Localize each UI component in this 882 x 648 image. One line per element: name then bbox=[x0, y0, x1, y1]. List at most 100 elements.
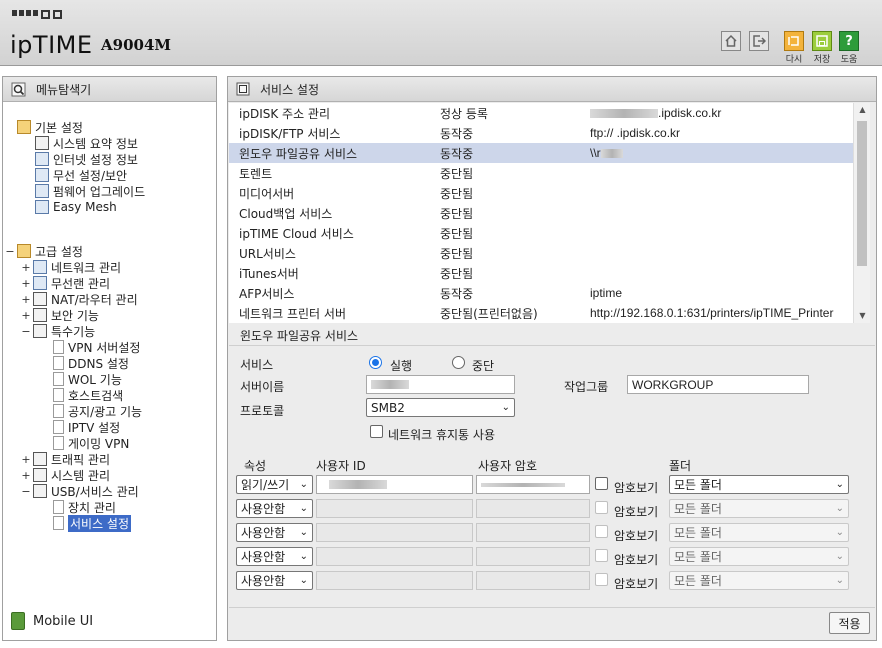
service-row-selected[interactable]: 윈도우 파일공유 서비스 동작중 \\r bbox=[229, 143, 861, 163]
tree-item-service-settings[interactable]: 서비스 설정 bbox=[53, 514, 132, 532]
service-row[interactable]: iTunes서버 중단됨 bbox=[229, 263, 861, 283]
tree-item-vpn[interactable]: VPN 서버설정 bbox=[53, 339, 140, 355]
user-password-input[interactable] bbox=[476, 571, 590, 590]
user-password-input[interactable] bbox=[476, 523, 590, 542]
scroll-up-icon[interactable]: ▲ bbox=[854, 103, 871, 117]
tree-item-internet-info[interactable]: 인터넷 설정 정보 bbox=[35, 151, 138, 167]
tree-item-firmware[interactable]: 펌웨어 업그레이드 bbox=[35, 183, 145, 199]
service-row[interactable]: Cloud백업 서비스 중단됨 bbox=[229, 203, 861, 223]
tree-traffic[interactable]: + 트래픽 관리 bbox=[21, 451, 110, 467]
user-id-input[interactable] bbox=[316, 523, 473, 542]
expand-icon[interactable]: + bbox=[21, 277, 31, 290]
divider bbox=[229, 345, 875, 346]
chart-icon bbox=[33, 468, 47, 482]
tree-item-device-management[interactable]: 장치 관리 bbox=[53, 499, 116, 515]
run-radio[interactable] bbox=[369, 356, 382, 369]
user-id-input[interactable] bbox=[316, 547, 473, 566]
tree-item-system-summary[interactable]: 시스템 요약 정보 bbox=[35, 135, 138, 151]
folder-select[interactable]: 모든 폴더 ⌄ bbox=[669, 547, 849, 566]
user-attr-select[interactable]: 사용안함 ⌄ bbox=[236, 571, 313, 590]
show-password-checkbox[interactable] bbox=[595, 549, 608, 562]
tree-nat-router[interactable]: + NAT/라우터 관리 bbox=[21, 291, 138, 307]
show-password-checkbox[interactable] bbox=[595, 573, 608, 586]
collapse-icon[interactable]: − bbox=[5, 245, 15, 258]
show-password-checkbox[interactable] bbox=[595, 501, 608, 514]
tree-item-notice[interactable]: 공지/광고 기능 bbox=[53, 403, 142, 419]
show-password-checkbox[interactable] bbox=[595, 525, 608, 538]
collapse-icon[interactable]: − bbox=[21, 325, 31, 338]
service-row[interactable]: 토렌트 중단됨 bbox=[229, 163, 861, 183]
show-password-checkbox[interactable] bbox=[595, 477, 608, 490]
expand-icon[interactable]: + bbox=[21, 309, 31, 322]
service-list-scrollbar[interactable]: ▲ ▼ bbox=[853, 103, 870, 323]
tree-system[interactable]: + 시스템 관리 bbox=[21, 467, 110, 483]
tree-item-host-search[interactable]: 호스트검색 bbox=[53, 387, 123, 403]
service-row[interactable]: ipDISK 주소 관리 정상 등록 .ipdisk.co.kr bbox=[229, 103, 861, 123]
apply-button[interactable]: 적용 bbox=[829, 612, 870, 634]
recycle-bin-checkbox[interactable] bbox=[370, 425, 383, 438]
service-row[interactable]: AFP서비스 동작중 iptime bbox=[229, 283, 861, 303]
service-name: AFP서비스 bbox=[239, 286, 295, 301]
user-id-input[interactable] bbox=[316, 499, 473, 518]
user-id-input[interactable] bbox=[316, 571, 473, 590]
service-status: 중단됨(프린터없음) bbox=[440, 306, 538, 321]
server-name-label: 서버이름 bbox=[240, 380, 285, 394]
tree-basic-settings[interactable]: 기본 설정 bbox=[17, 119, 83, 135]
tree-item-iptv[interactable]: IPTV 설정 bbox=[53, 419, 120, 435]
refresh-button[interactable] bbox=[784, 31, 804, 51]
scrollbar-thumb[interactable] bbox=[857, 121, 867, 266]
stop-radio[interactable] bbox=[452, 356, 465, 369]
traffic-icon bbox=[33, 452, 47, 466]
run-label: 실행 bbox=[390, 359, 413, 373]
folder-select[interactable]: 모든 폴더 ⌄ bbox=[669, 475, 849, 494]
mobile-ui-link[interactable]: Mobile UI bbox=[11, 612, 93, 630]
logout-button[interactable] bbox=[749, 31, 769, 51]
service-name: ipDISK/FTP 서비스 bbox=[239, 126, 341, 141]
collapse-icon[interactable]: − bbox=[21, 485, 31, 498]
service-info: \\r bbox=[590, 146, 623, 160]
server-name-input[interactable] bbox=[366, 375, 515, 394]
user-attr-select[interactable]: 사용안함 ⌄ bbox=[236, 499, 313, 518]
workgroup-input[interactable]: WORKGROUP bbox=[627, 375, 809, 394]
home-button[interactable] bbox=[721, 31, 741, 51]
expand-icon[interactable]: + bbox=[21, 453, 31, 466]
folder-select[interactable]: 모든 폴더 ⌄ bbox=[669, 499, 849, 518]
tree-security[interactable]: + 보안 기능 bbox=[21, 307, 99, 323]
folder-select[interactable]: 모든 폴더 ⌄ bbox=[669, 523, 849, 542]
tree-item-gaming-vpn[interactable]: 게이밍 VPN bbox=[53, 435, 129, 451]
tree-item-easy-mesh[interactable]: Easy Mesh bbox=[35, 199, 117, 215]
service-row[interactable]: 네트워크 프린터 서버 중단됨(프린터없음) http://192.168.0.1:… bbox=[229, 303, 861, 323]
service-row[interactable]: ipDISK/FTP 서비스 동작중 ftp:// .ipdisk.co.kr bbox=[229, 123, 861, 143]
user-password-input[interactable] bbox=[476, 547, 590, 566]
tree-item-wol[interactable]: WOL 기능 bbox=[53, 371, 122, 387]
user-password-input[interactable] bbox=[476, 499, 590, 518]
expand-icon[interactable]: + bbox=[21, 469, 31, 482]
service-row[interactable]: ipTIME Cloud 서비스 중단됨 bbox=[229, 223, 861, 243]
attr-value: 읽기/쓰기 bbox=[241, 478, 290, 492]
page-icon bbox=[53, 356, 64, 370]
protocol-select[interactable]: SMB2 ⌄ bbox=[366, 398, 515, 417]
tree-item-ddns[interactable]: DDNS 설정 bbox=[53, 355, 129, 371]
page-icon bbox=[53, 420, 64, 434]
tree-usb-services[interactable]: − USB/서비스 관리 bbox=[21, 483, 139, 499]
expand-icon[interactable]: + bbox=[21, 293, 31, 306]
tree-special-functions[interactable]: − 특수기능 bbox=[21, 323, 95, 339]
service-row[interactable]: 미디어서버 중단됨 bbox=[229, 183, 861, 203]
user-attr-select[interactable]: 사용안함 ⌄ bbox=[236, 523, 313, 542]
tree-advanced-settings[interactable]: − 고급 설정 bbox=[5, 243, 83, 259]
service-row[interactable]: URL서비스 중단됨 bbox=[229, 243, 861, 263]
help-button[interactable]: ? bbox=[839, 31, 859, 51]
tree-label: VPN 서버설정 bbox=[68, 340, 141, 355]
tree-item-wireless[interactable]: 무선 설정/보안 bbox=[35, 167, 127, 183]
expand-icon[interactable]: + bbox=[21, 261, 31, 274]
tree-wireless-management[interactable]: + 무선랜 관리 bbox=[21, 275, 110, 291]
user-attr-select[interactable]: 읽기/쓰기 ⌄ bbox=[236, 475, 313, 494]
folder-select[interactable]: 모든 폴더 ⌄ bbox=[669, 571, 849, 590]
user-attr-select[interactable]: 사용안함 ⌄ bbox=[236, 547, 313, 566]
save-button[interactable] bbox=[812, 31, 832, 51]
tree-network-management[interactable]: + 네트워크 관리 bbox=[21, 259, 121, 275]
tree-label-selected: 서비스 설정 bbox=[68, 514, 132, 532]
user-password-input[interactable] bbox=[476, 475, 590, 494]
scroll-down-icon[interactable]: ▼ bbox=[854, 309, 871, 323]
user-id-input[interactable] bbox=[316, 475, 473, 494]
